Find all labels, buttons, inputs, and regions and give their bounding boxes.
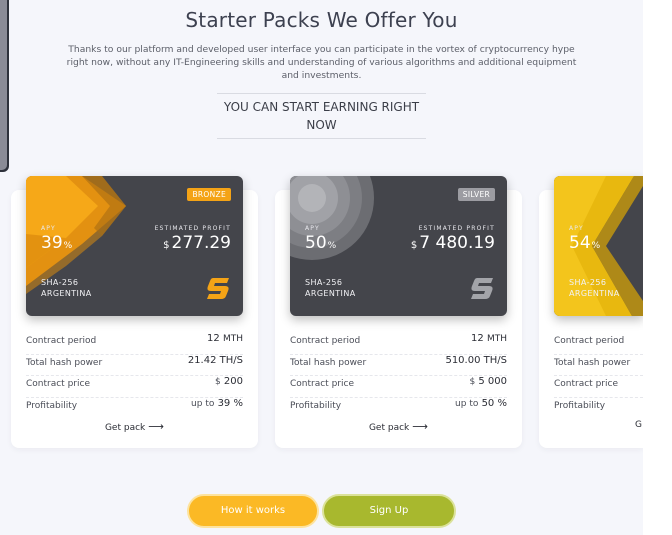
estimated-profit-label: ESTIMATED PROFIT: [418, 225, 495, 232]
spec-row: Contract period 12 MTH: [290, 333, 507, 355]
estimated-profit-value: $277.29: [163, 233, 231, 253]
get-pack-silver-link[interactable]: Get pack ⟶: [290, 420, 507, 433]
apy-value: 54%: [569, 233, 601, 253]
callout-line-1: YOU CAN START EARNING RIGHT: [223, 100, 420, 114]
spec-row: Total hash power: [554, 355, 643, 376]
apy-label: APY: [41, 225, 56, 232]
pack-card-bronze[interactable]: BRONZE APY 39% ESTIMATED PROFIT $277.29 …: [26, 176, 243, 316]
viewport-edge: [643, 0, 672, 535]
spec-row: Contract price $ 200: [26, 376, 243, 398]
arrow-right-icon: ⟶: [148, 420, 165, 433]
apy-label: APY: [305, 225, 320, 232]
algorithm-location: SHA-256 ARGENTINA: [569, 278, 620, 298]
tier-badge: BRONZE: [187, 188, 231, 201]
apy-value: 39%: [41, 233, 73, 253]
pack-card-gold[interactable]: APY 54% SHA-256 ARGENTINA: [554, 176, 643, 316]
get-pack-bronze-link[interactable]: Get pack ⟶: [26, 420, 243, 433]
spec-row: Contract period 12 MTH: [26, 333, 243, 355]
algorithm-location: SHA-256 ARGENTINA: [41, 278, 92, 298]
pack-specs-bronze: Contract period 12 MTH Total hash power …: [26, 333, 243, 419]
spec-row: Contract price: [554, 376, 643, 398]
spec-row: Profitability: [554, 400, 606, 411]
spec-row: Contract period: [554, 333, 643, 355]
estimated-profit-label: ESTIMATED PROFIT: [154, 225, 231, 232]
get-pack-gold-link[interactable]: G: [635, 420, 643, 430]
tier-badge: SILVER: [457, 188, 495, 201]
pack-specs-gold: Contract period Total hash power Contrac…: [554, 333, 643, 419]
algorithm-location: SHA-256 ARGENTINA: [305, 278, 356, 298]
spec-row: Total hash power 21.42 TH/S: [26, 355, 243, 376]
arrow-right-icon: ⟶: [412, 420, 429, 433]
section-intro: Thanks to our platform and developed use…: [66, 44, 577, 81]
spec-row: Contract price $ 5 000: [290, 376, 507, 398]
pack-specs-silver: Contract period 12 MTH Total hash power …: [290, 333, 507, 419]
section-title: Starter Packs We Offer You: [185, 8, 458, 32]
spec-row: Total hash power 510.00 TH/S: [290, 355, 507, 376]
s-logo-icon: [207, 278, 229, 299]
how-it-works-button[interactable]: How it works: [187, 494, 319, 528]
apy-value: 50%: [305, 233, 337, 253]
s-logo-icon: [471, 278, 493, 299]
callout-line-2: NOW: [306, 118, 337, 132]
pack-card-silver[interactable]: SILVER APY 50% ESTIMATED PROFIT $7 480.1…: [290, 176, 507, 316]
spec-row: Profitability up to 39 %: [26, 397, 243, 411]
apy-label: APY: [569, 225, 584, 232]
sign-up-button[interactable]: Sign Up: [322, 494, 456, 528]
earning-callout: YOU CAN START EARNING RIGHT NOW: [217, 93, 426, 139]
spec-row: Profitability up to 50 %: [290, 397, 507, 411]
estimated-profit-value: $7 480.19: [410, 233, 495, 253]
